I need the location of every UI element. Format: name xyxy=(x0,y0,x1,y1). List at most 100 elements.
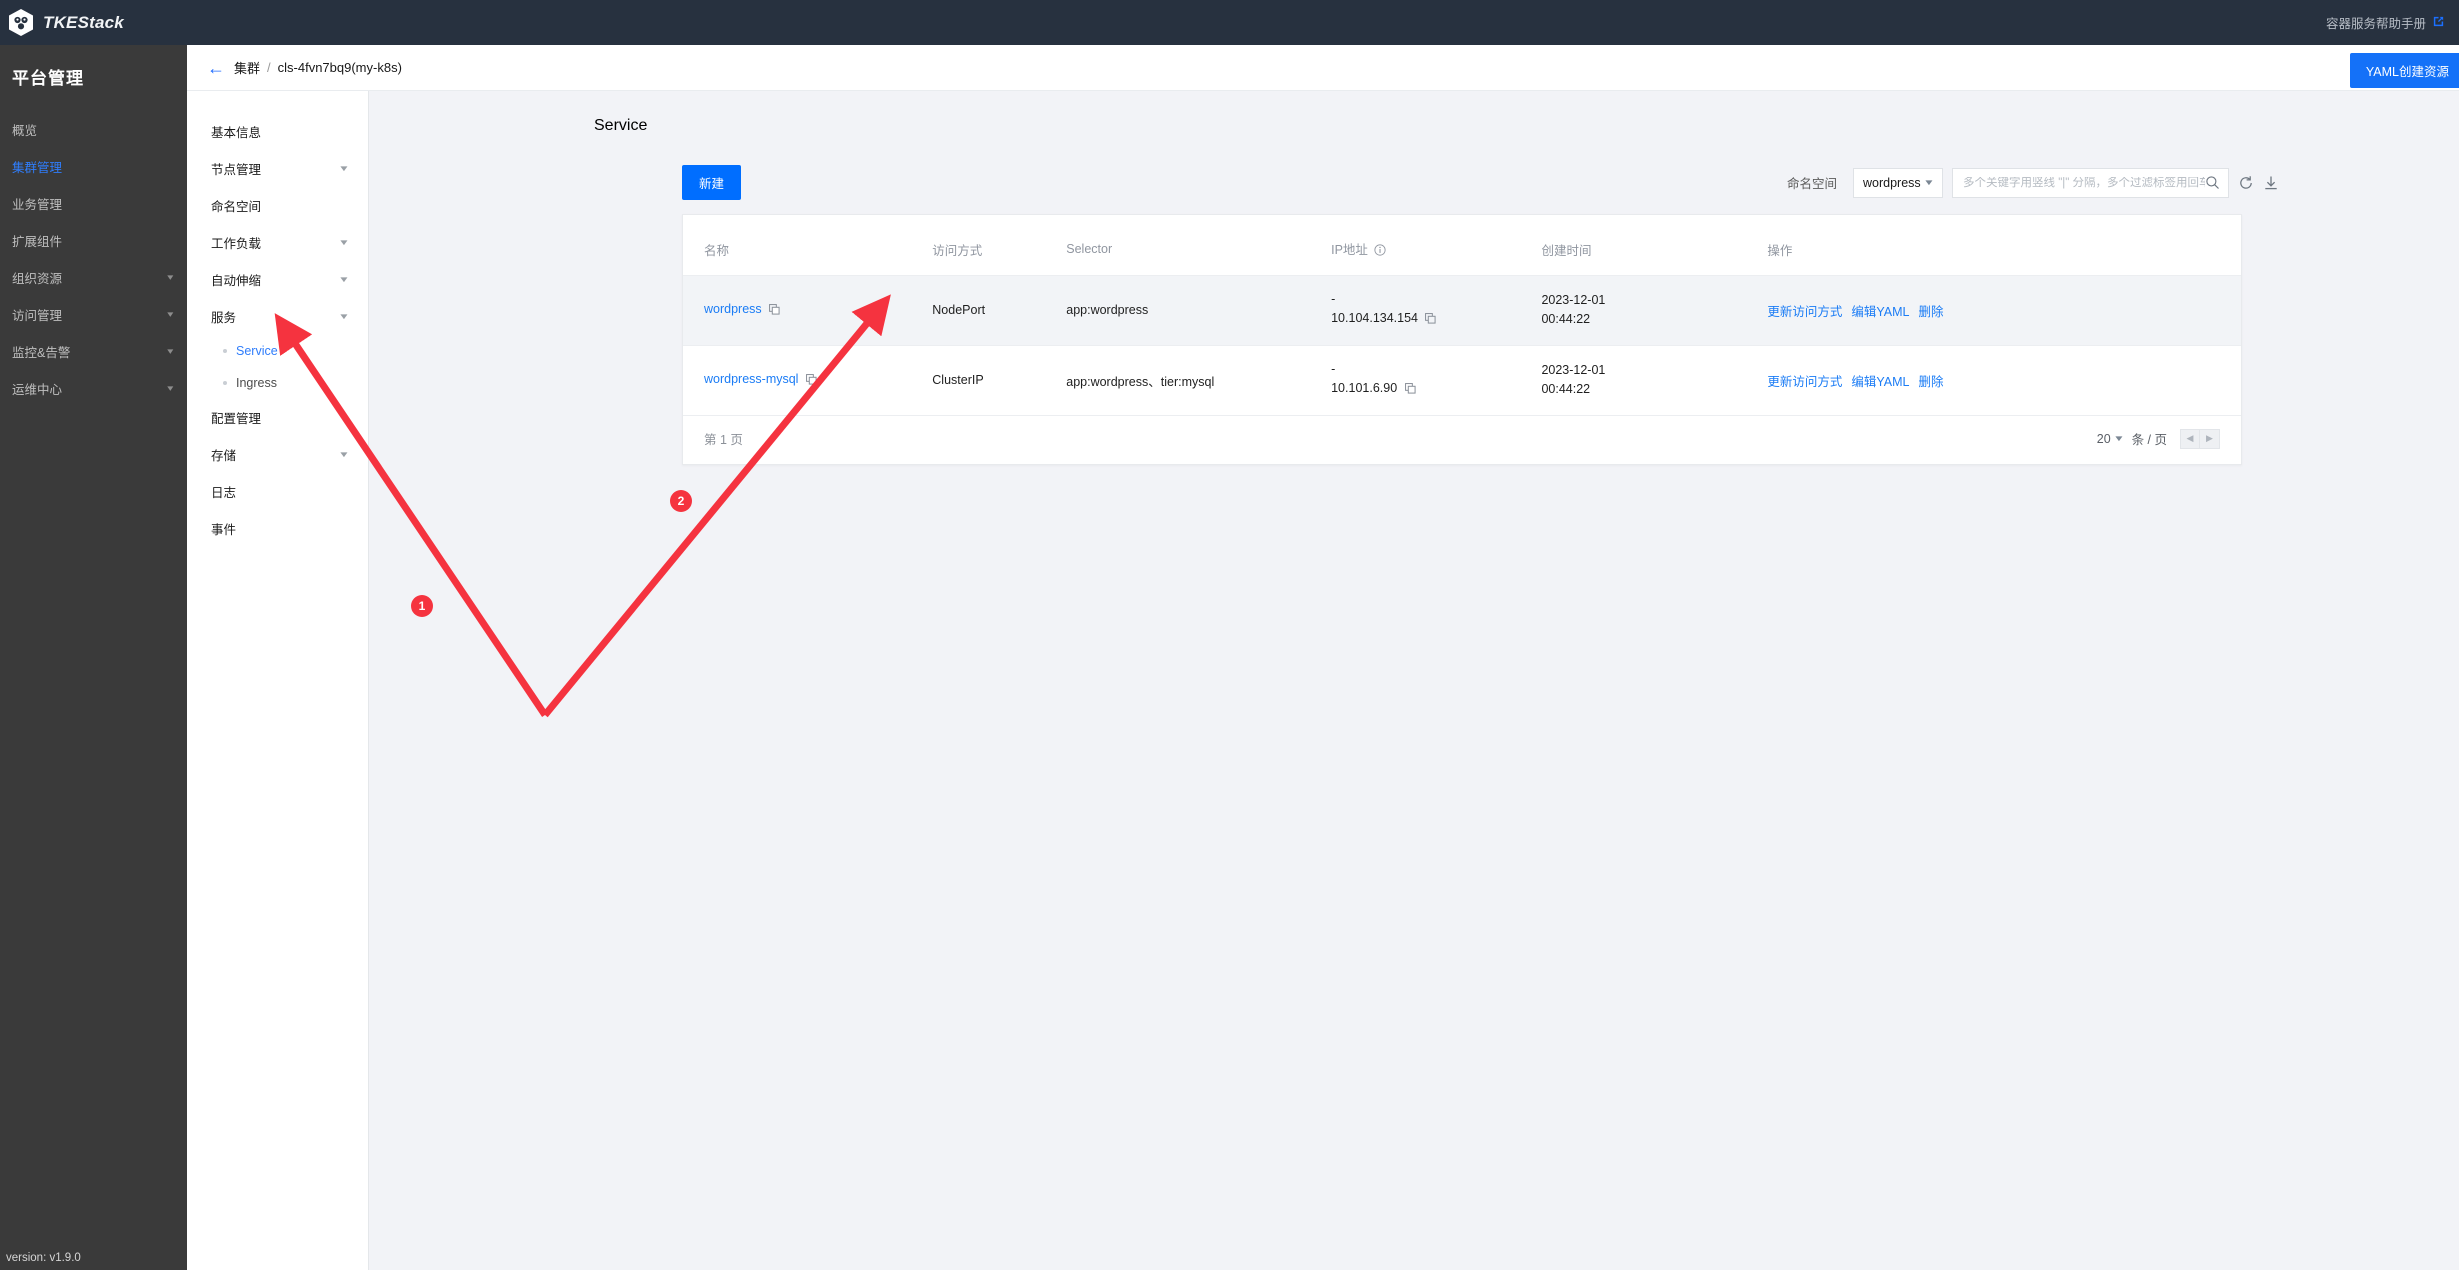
update-access-type-link[interactable]: 更新访问方式 xyxy=(1767,301,1842,320)
info-icon[interactable] xyxy=(1374,244,1386,259)
subnav-item-config-management[interactable]: 配置管理 ▼ xyxy=(187,399,368,436)
sidebar-item-access-management[interactable]: 访问管理 ▾ xyxy=(0,296,187,333)
yaml-create-resource-button[interactable]: YAML创建资源 xyxy=(2349,53,2459,88)
namespace-label: 命名空间 xyxy=(1786,177,1837,191)
download-icon[interactable] xyxy=(2263,175,2279,191)
toolbar-right-group: 命名空间 wordpress ▼ xyxy=(1786,167,2279,198)
subnav-item-events[interactable]: 事件 xyxy=(187,510,368,547)
copy-icon[interactable] xyxy=(769,304,780,318)
subnav-item-node-management[interactable]: 节点管理 ▼ xyxy=(187,150,368,187)
service-name-link[interactable]: wordpress xyxy=(704,302,762,316)
back-arrow-icon[interactable]: ← xyxy=(207,59,225,77)
service-name-link[interactable]: wordpress-mysql xyxy=(704,372,798,386)
subnav-item-label: 节点管理 xyxy=(211,163,262,177)
operation-links: 更新访问方式 编辑YAML 删除 xyxy=(1767,371,2241,390)
cell-created-time: 2023-12-01 00:44:22 xyxy=(1541,275,1768,346)
pagination-bar: 第 1 页 20 ▼ 条 / 页 ◀ ▶ xyxy=(683,416,2241,464)
external-link-icon[interactable] xyxy=(2432,15,2445,30)
subnav-item-label: 命名空间 xyxy=(211,200,262,214)
subnav-item-autoscaling[interactable]: 自动伸缩 ▼ xyxy=(187,261,368,298)
service-table: 名称 访问方式 Selector IP地址 创建时间 操作 wordpress … xyxy=(683,215,2241,416)
search-input[interactable] xyxy=(1963,176,2205,189)
chevron-down-icon: ▼ xyxy=(338,450,350,459)
subnav-item-logs[interactable]: 日志 xyxy=(187,473,368,510)
chevron-down-icon: ▼ xyxy=(338,275,350,284)
sidebar-item-business-management[interactable]: 业务管理 xyxy=(0,185,187,222)
chevron-down-icon: ▾ xyxy=(167,272,174,282)
table-body: wordpress NodePort app:wordpress - 10.10… xyxy=(683,275,2241,416)
subnav-item-service[interactable]: Service xyxy=(187,335,368,367)
sidebar-item-organization-resources[interactable]: 组织资源 ▾ xyxy=(0,259,187,296)
cluster-subnav: 基本信息 节点管理 ▼ 命名空间 工作负载 ▼ 自动伸缩 ▼ 服务 ▼ Serv… xyxy=(187,91,369,1270)
next-page-button[interactable]: ▶ xyxy=(2200,428,2220,449)
delete-link[interactable]: 删除 xyxy=(1918,371,1943,390)
subnav-item-storage[interactable]: 存储 ▼ xyxy=(187,436,368,473)
edit-yaml-link[interactable]: 编辑YAML xyxy=(1851,371,1909,390)
chevron-down-icon: ▼ xyxy=(338,164,350,173)
search-box[interactable] xyxy=(1952,167,2229,198)
sidebar-nav-list: 概览 集群管理 业务管理 扩展组件 组织资源 ▾ 访问管理 ▾ 监控&告警 ▾ xyxy=(0,111,187,407)
sidebar-item-label: 业务管理 xyxy=(12,198,63,212)
subnav-item-label: 服务 xyxy=(211,311,237,325)
subnav-item-services[interactable]: 服务 ▼ xyxy=(187,298,368,335)
subnav-item-ingress[interactable]: Ingress xyxy=(187,367,368,399)
cell-ip-address: - 10.104.134.154 xyxy=(1331,275,1542,346)
pagination-controls: 20 ▼ 条 / 页 ◀ ▶ xyxy=(2096,428,2220,449)
column-header-operations: 操作 xyxy=(1767,215,2241,276)
content-area: ← 集群 / cls-4fvn7bq9(my-k8s) YAML创建资源 基本信… xyxy=(187,45,2459,1270)
brand-logo[interactable]: TKEStack xyxy=(0,8,124,37)
copy-icon[interactable] xyxy=(1404,381,1416,400)
ip-first-line: - xyxy=(1331,361,1336,376)
sidebar-item-label: 集群管理 xyxy=(12,161,63,175)
sidebar-item-label: 扩展组件 xyxy=(12,235,63,249)
sidebar-item-cluster-management[interactable]: 集群管理 xyxy=(0,148,187,185)
table-head: 名称 访问方式 Selector IP地址 创建时间 操作 xyxy=(683,215,2241,276)
subnav-item-workload[interactable]: 工作负载 ▼ xyxy=(187,224,368,261)
refresh-icon[interactable] xyxy=(2238,175,2254,191)
cell-name: wordpress xyxy=(683,275,933,346)
created-time: 00:44:22 xyxy=(1541,312,1591,327)
search-icon[interactable] xyxy=(2205,175,2220,190)
sidebar-item-extension-components[interactable]: 扩展组件 xyxy=(0,222,187,259)
cell-name: wordpress-mysql xyxy=(683,345,933,416)
subnav-item-basic-info[interactable]: 基本信息 xyxy=(187,113,368,150)
column-header-ip-address: IP地址 xyxy=(1331,215,1542,276)
subnav-item-label: 配置管理 xyxy=(211,412,262,426)
chevron-down-icon: ▼ xyxy=(338,238,350,247)
ip-first-line: - xyxy=(1331,292,1336,306)
page-size-value: 20 xyxy=(2096,431,2111,446)
column-header-name: 名称 xyxy=(683,215,933,276)
table-row[interactable]: wordpress-mysql ClusterIP app:wordpress、… xyxy=(683,345,2241,416)
help-manual-link[interactable]: 容器服务帮助手册 xyxy=(2326,13,2426,32)
tkestack-hex-logo-icon xyxy=(8,8,34,37)
subnav-item-namespace[interactable]: 命名空间 xyxy=(187,187,368,224)
update-access-type-link[interactable]: 更新访问方式 xyxy=(1767,371,1842,390)
breadcrumb-parent[interactable]: 集群 xyxy=(234,58,260,77)
copy-icon[interactable] xyxy=(1425,311,1437,330)
ip-second-line: 10.104.134.154 xyxy=(1331,311,1418,326)
edit-yaml-link[interactable]: 编辑YAML xyxy=(1851,301,1909,320)
delete-link[interactable]: 删除 xyxy=(1918,301,1943,320)
page-size-unit: 条 / 页 xyxy=(2131,433,2167,447)
created-time: 00:44:22 xyxy=(1541,382,1591,397)
sidebar-item-overview[interactable]: 概览 xyxy=(0,111,187,148)
subnav-item-label: 自动伸缩 xyxy=(211,274,262,288)
created-date: 2023-12-01 xyxy=(1541,293,1606,307)
cell-operations: 更新访问方式 编辑YAML 删除 xyxy=(1767,275,2241,346)
copy-icon[interactable] xyxy=(805,374,817,388)
bullet-icon xyxy=(223,381,227,385)
page-nav-buttons: ◀ ▶ xyxy=(2180,428,2220,449)
subnav-sub-label: Service xyxy=(236,344,278,358)
page-size-select[interactable]: 20 ▼ xyxy=(2096,431,2125,446)
sidebar-item-label: 访问管理 xyxy=(12,309,63,323)
main-panel: Service 新建 命名空间 wordpress ▼ 多个关键字用竖线 "|"… xyxy=(369,91,2459,1270)
create-button[interactable]: 新建 xyxy=(682,165,742,200)
chevron-down-icon: ▾ xyxy=(167,383,174,393)
sidebar-item-monitoring-alarm[interactable]: 监控&告警 ▾ xyxy=(0,333,187,370)
prev-page-button[interactable]: ◀ xyxy=(2180,428,2200,449)
page-title: Service xyxy=(594,117,648,134)
namespace-select[interactable]: wordpress ▼ xyxy=(1853,167,1943,198)
app-root: TKEStack 容器服务帮助手册 平台管理 概览 集群管理 业务管理 扩展组件… xyxy=(0,0,2459,1270)
table-row[interactable]: wordpress NodePort app:wordpress - 10.10… xyxy=(683,275,2241,346)
sidebar-item-ops-center[interactable]: 运维中心 ▾ xyxy=(0,370,187,407)
